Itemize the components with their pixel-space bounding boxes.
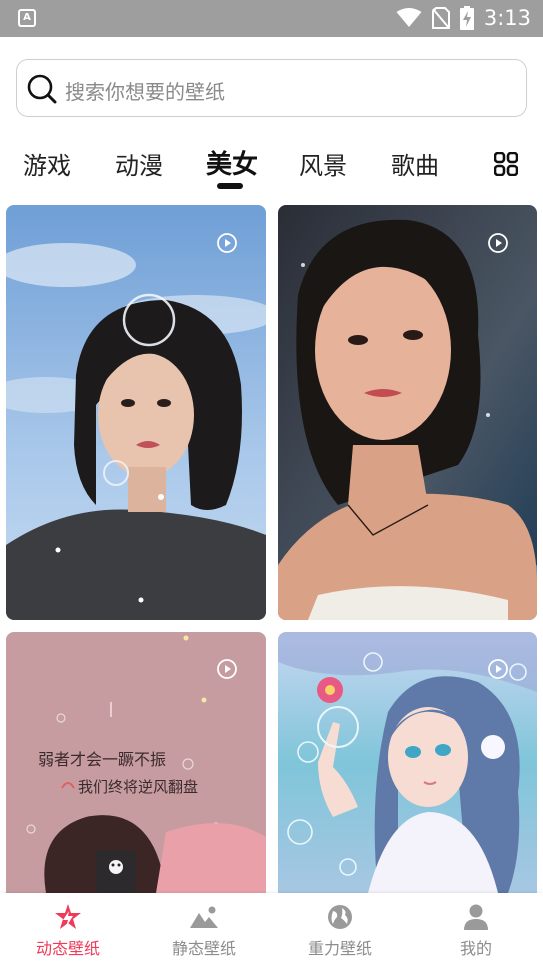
globe-icon bbox=[328, 905, 352, 929]
clock: 3:13 bbox=[483, 6, 531, 30]
search-bar[interactable]: 搜索你想要的壁纸 bbox=[16, 59, 527, 117]
nav-label: 动态壁纸 bbox=[35, 939, 100, 958]
wallpaper-card[interactable] bbox=[278, 205, 537, 620]
category-tabs: 游戏 动漫 美女 风景 歌曲 bbox=[0, 140, 543, 190]
a-letter-icon: A bbox=[18, 9, 36, 27]
search-placeholder[interactable]: 搜索你想要的壁纸 bbox=[65, 76, 225, 105]
overlay-text-line-1: 弱者才会一蹶不振 bbox=[38, 750, 166, 769]
nav-label: 重力壁纸 bbox=[307, 939, 372, 958]
no-sim-icon bbox=[431, 7, 450, 29]
play-icon[interactable] bbox=[216, 658, 238, 680]
wallpaper-card[interactable] bbox=[6, 205, 266, 620]
wallpaper-card[interactable]: 弱者才会一蹶不振 我们终将逆风翻盘 bbox=[6, 632, 266, 893]
mountain-image-icon bbox=[190, 906, 218, 928]
bottom-nav: 动态壁纸 静态壁纸 重力壁纸 我的 bbox=[0, 893, 543, 967]
play-icon[interactable] bbox=[487, 232, 509, 254]
lightning-star-icon bbox=[55, 904, 81, 929]
nav-label: 静态壁纸 bbox=[171, 939, 236, 958]
status-icons: 3:13 bbox=[396, 6, 531, 30]
battery-charging-icon bbox=[459, 6, 474, 30]
nav-item-gravity-wallpaper[interactable]: 重力壁纸 bbox=[272, 893, 408, 967]
play-icon[interactable] bbox=[216, 232, 238, 254]
wallpaper-card[interactable] bbox=[278, 632, 537, 893]
tab-games[interactable]: 游戏 bbox=[23, 146, 71, 181]
overlay-text-line-2: 我们终将逆风翻盘 bbox=[78, 778, 198, 796]
tab-songs[interactable]: 歌曲 bbox=[391, 146, 439, 181]
status-bar: A 3:13 bbox=[0, 0, 543, 37]
nav-label: 我的 bbox=[459, 939, 492, 958]
tab-scenery[interactable]: 风景 bbox=[299, 146, 347, 181]
tab-beauty[interactable]: 美女 bbox=[206, 144, 258, 181]
person-icon bbox=[464, 904, 488, 930]
nav-item-static-wallpaper[interactable]: 静态壁纸 bbox=[136, 893, 272, 967]
play-icon[interactable] bbox=[487, 658, 509, 680]
wallpaper-image bbox=[6, 205, 266, 620]
wifi-icon bbox=[396, 8, 422, 27]
tab-anime[interactable]: 动漫 bbox=[115, 146, 163, 181]
nav-item-mine[interactable]: 我的 bbox=[408, 893, 543, 967]
grid-icon[interactable] bbox=[494, 152, 518, 176]
nav-item-dynamic-wallpaper[interactable]: 动态壁纸 bbox=[0, 893, 136, 967]
search-icon[interactable] bbox=[27, 74, 57, 104]
active-tab-indicator bbox=[217, 183, 243, 189]
wallpaper-image bbox=[278, 205, 537, 620]
